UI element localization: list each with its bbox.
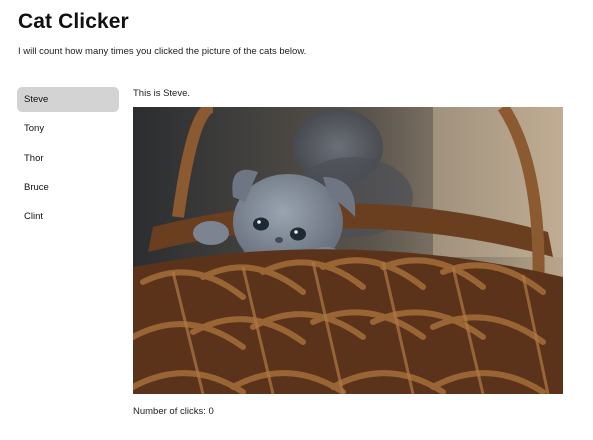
- cat-list-item-steve[interactable]: Steve: [17, 87, 119, 112]
- click-count-label: Number of clicks:: [133, 406, 206, 417]
- intro-text: I will count how many times you clicked …: [18, 46, 307, 57]
- click-count-value: 0: [208, 406, 214, 417]
- cat-list-item-clint[interactable]: Clint: [17, 204, 119, 229]
- cat-caption: This is Steve.: [133, 88, 191, 99]
- cat-list-item-bruce[interactable]: Bruce: [17, 175, 119, 200]
- cat-list: Steve Tony Thor Bruce Clint: [17, 87, 119, 233]
- cat-list-item-thor[interactable]: Thor: [17, 146, 119, 171]
- cat-list-item-tony[interactable]: Tony: [17, 116, 119, 141]
- cat-photo[interactable]: [133, 107, 563, 394]
- page-title: Cat Clicker: [18, 10, 129, 33]
- click-count: Number of clicks: 0: [133, 406, 214, 417]
